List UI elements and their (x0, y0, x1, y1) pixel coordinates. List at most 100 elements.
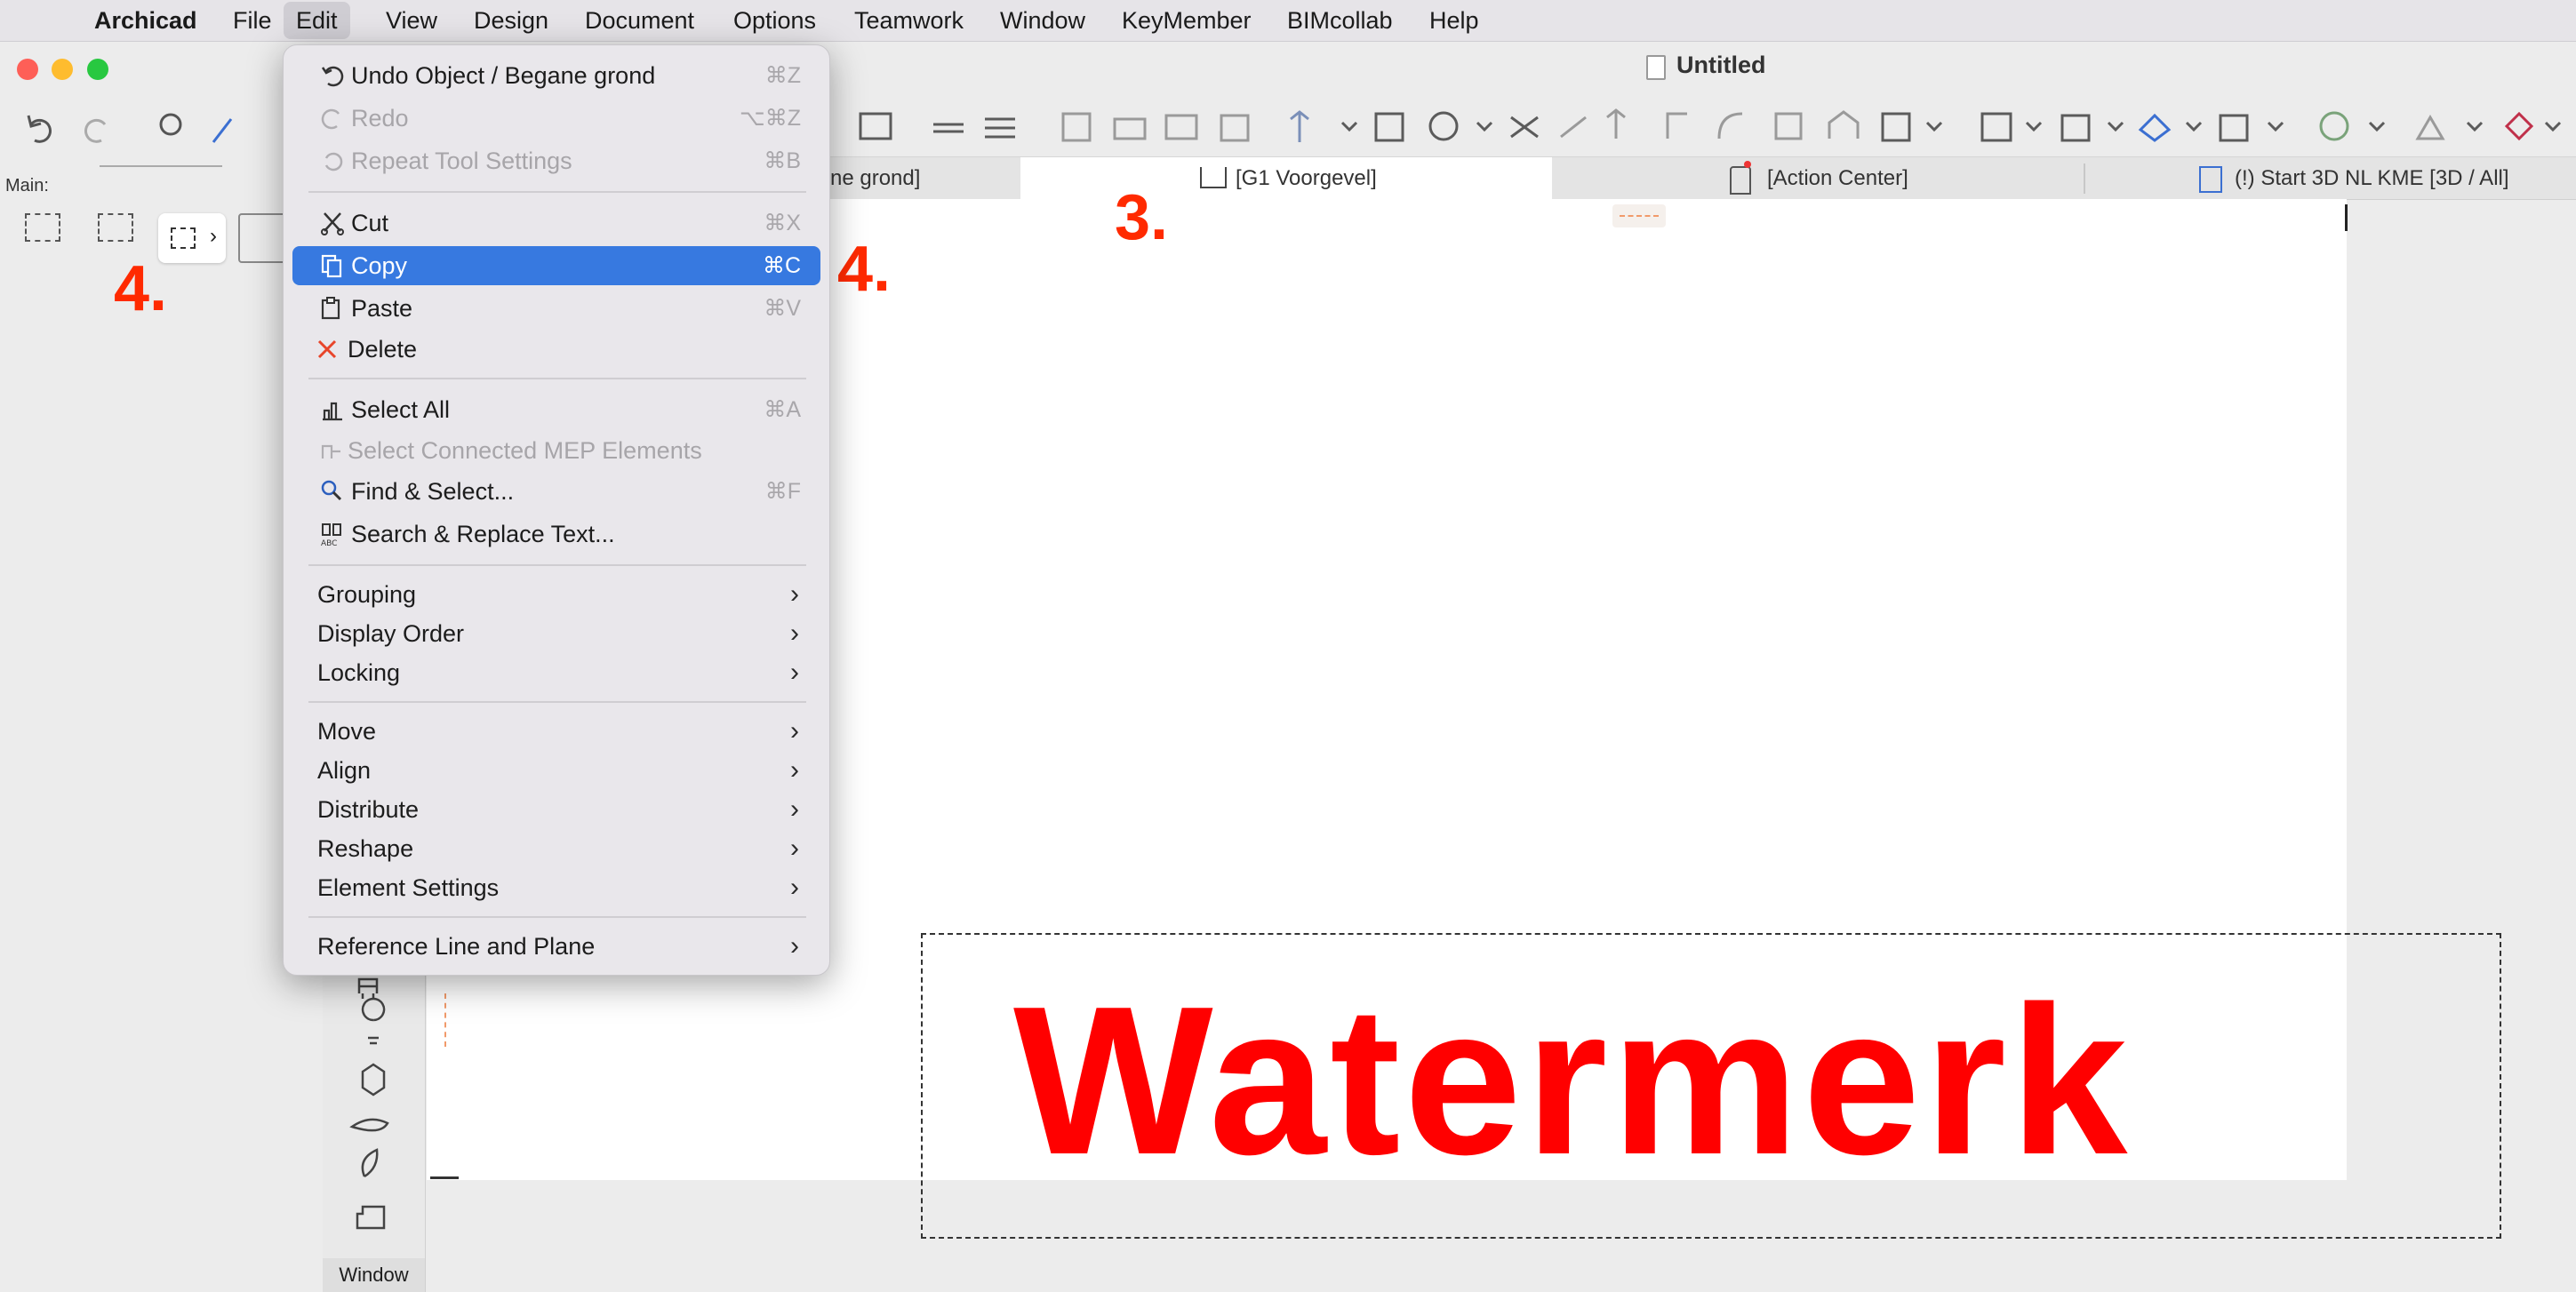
rotated-selection-tool[interactable] (98, 213, 133, 242)
svg-text:ABC: ABC (321, 539, 337, 547)
chevron-right-icon-7: › (790, 833, 799, 863)
roof-icon (1828, 110, 1860, 139)
menu-item-align-label: Align (317, 757, 372, 784)
menu-item-align[interactable]: Align › (292, 751, 820, 790)
tab-g1-voorgevel[interactable]: [G1 Voorgevel] (1020, 157, 1552, 199)
menu-options[interactable]: Options (733, 0, 816, 41)
menu-item-move[interactable]: Move › (292, 712, 820, 751)
scissors-icon (321, 212, 344, 235)
menu-item-find-select[interactable]: Find & Select... ⌘F (292, 472, 820, 511)
menu-window[interactable]: Window (1000, 0, 1085, 41)
fill-icon (985, 117, 1015, 139)
menu-item-cut-shortcut: ⌘X (764, 211, 801, 235)
elevate-icon (1606, 108, 1626, 139)
3d-view-icon (2199, 166, 2222, 193)
close-window-button[interactable] (17, 59, 38, 80)
menu-archicad[interactable]: Archicad (94, 0, 197, 41)
menu-item-delete[interactable]: Delete (292, 330, 820, 369)
menu-item-select-connected-mep: Select Connected MEP Elements (292, 431, 820, 470)
text-icon (1220, 114, 1250, 142)
edit-menu-dropdown: Undo Object / Begane grond ⌘Z Redo ⌥⌘Z R… (283, 44, 830, 976)
lightbulb-icon (361, 997, 386, 1045)
binoculars-icon: ABC (321, 523, 341, 547)
chevron-right-icon-5: › (790, 755, 799, 785)
select-all-icon (323, 402, 342, 421)
dimension-icon (1061, 112, 1092, 142)
minimize-window-button[interactable] (52, 59, 73, 80)
lighthouse-icon (1730, 166, 1751, 195)
menu-item-display-order-label: Display Order (317, 620, 465, 647)
menu-item-cut[interactable]: Cut ⌘X (292, 203, 820, 243)
notification-dot (1744, 161, 1751, 168)
chair-icon (357, 977, 379, 999)
menu-item-move-label: Move (317, 718, 377, 745)
rect-selection-tool[interactable] (25, 213, 60, 242)
chevron-right-icon-3: › (790, 658, 799, 687)
menu-document[interactable]: Document (585, 0, 694, 41)
origin-dash (1620, 215, 1659, 217)
menu-item-undo-shortcut: ⌘Z (764, 63, 801, 88)
annotation-step-3: 3. (1115, 182, 1169, 253)
menu-item-cut-label: Cut (351, 210, 389, 236)
menu-item-delete-label: Delete (348, 336, 418, 363)
main-label: Main: (5, 176, 49, 195)
zoom-window-button[interactable] (87, 59, 108, 80)
menu-separator (308, 191, 806, 193)
panel-divider (100, 165, 222, 167)
dimension2-icon (1113, 117, 1147, 140)
menu-bimcollab[interactable]: BIMcollab (1287, 0, 1393, 41)
offset-icon (1774, 112, 1803, 140)
person-icon (2415, 115, 2445, 140)
selection-area-tool[interactable] (238, 213, 286, 263)
menu-view[interactable]: View (386, 0, 437, 41)
menu-item-find-label: Find & Select... (351, 478, 515, 505)
tab-divider (2084, 163, 2085, 194)
menu-item-reference-label: Reference Line and Plane (317, 933, 596, 960)
menu-item-copy-shortcut: ⌘C (762, 253, 801, 278)
menu-item-reshape[interactable]: Reshape › (292, 829, 820, 868)
marquee-tool-button[interactable]: › (158, 213, 226, 263)
chevron-down-icon (1340, 121, 1358, 132)
delete-x-icon (317, 339, 337, 359)
menu-help[interactable]: Help (1429, 0, 1479, 41)
menu-keymember[interactable]: KeyMember (1122, 0, 1252, 41)
menu-item-undo[interactable]: Undo Object / Begane grond ⌘Z (292, 56, 820, 95)
grid-icon (1881, 112, 1911, 142)
marker-line (444, 993, 446, 1047)
menu-item-distribute[interactable]: Distribute › (292, 790, 820, 829)
menu-separator-2 (308, 378, 806, 379)
redo-tool-icon (84, 118, 107, 143)
menu-item-find-shortcut: ⌘F (764, 479, 801, 504)
menu-item-element-settings[interactable]: Element Settings › (292, 868, 820, 907)
watermark-text[interactable]: Watermerk (1013, 976, 2131, 1187)
menu-item-reference-line-plane[interactable]: Reference Line and Plane › (292, 927, 820, 966)
tab-begane-grond[interactable]: ne grond] (830, 157, 920, 199)
menu-design[interactable]: Design (474, 0, 548, 41)
menu-item-select-all[interactable]: Select All ⌘A (292, 390, 820, 429)
menu-item-paste[interactable]: Paste ⌘V (292, 289, 820, 328)
toolbox-footer-window[interactable]: Window (323, 1258, 425, 1292)
menu-item-display-order[interactable]: Display Order › (292, 614, 820, 653)
menu-item-grouping[interactable]: Grouping › (292, 575, 820, 614)
menu-edit[interactable]: Edit (284, 2, 350, 39)
redo-icon (321, 108, 340, 130)
menu-item-element-settings-label: Element Settings (317, 874, 500, 901)
chevron-right-icon: › (210, 224, 217, 248)
undo-icon (321, 66, 344, 87)
annotation-step-4-left: 4. (114, 253, 168, 324)
chevron-right-icon-9: › (790, 931, 799, 961)
menu-item-reshape-label: Reshape (317, 835, 414, 862)
menu-separator-4 (308, 701, 806, 703)
chevron-right-icon-2: › (790, 618, 799, 648)
window-title: Untitled (1676, 52, 1766, 78)
tab-g1-voorgevel-label: [G1 Voorgevel] (1236, 166, 1377, 190)
menu-item-search-replace[interactable]: ABC Search & Replace Text... (292, 514, 820, 554)
hammer-icon (1560, 116, 1587, 139)
chevron-down-icon-8 (2368, 121, 2386, 132)
chevron-right-icon: › (790, 579, 799, 609)
menu-teamwork[interactable]: Teamwork (854, 0, 964, 41)
tab-action-center-label: [Action Center] (1767, 166, 1908, 190)
menu-file[interactable]: File (233, 0, 272, 41)
menu-item-copy[interactable]: Copy ⌘C (292, 246, 820, 285)
menu-item-locking[interactable]: Locking › (292, 653, 820, 692)
